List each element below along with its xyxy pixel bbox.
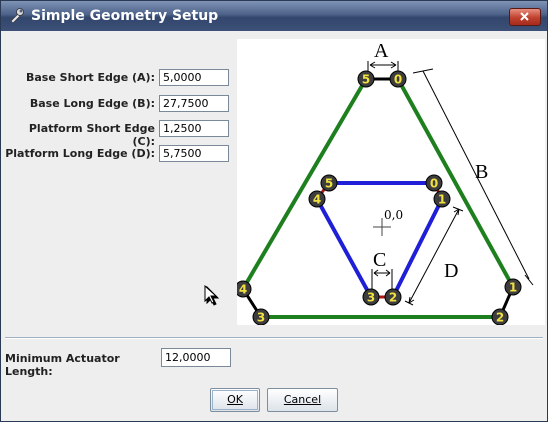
platform-joint-5: 5 <box>320 174 338 192</box>
base-joint-1-label: 1 <box>509 281 517 295</box>
min-actuator-label: Minimum Actuator Length: <box>5 352 120 378</box>
dimension-c <box>371 269 393 291</box>
ok-button[interactable]: OK <box>210 388 260 412</box>
platform-long-edge-input[interactable] <box>159 145 229 162</box>
base-joint-3-label: 3 <box>257 311 265 325</box>
base-joint-5: 5 <box>357 70 375 88</box>
base-short-edge-input[interactable] <box>159 69 229 86</box>
base-long-edge-label: Base Long Edge (B): <box>29 97 155 110</box>
separator <box>5 337 543 339</box>
base-joint-5-label: 5 <box>362 73 370 87</box>
app-icon <box>10 8 24 23</box>
edge-label-c: C <box>373 249 386 271</box>
platform-joint-5-label: 5 <box>325 177 333 191</box>
platform-joint-3-label: 3 <box>367 291 375 305</box>
base-joint-3: 3 <box>252 308 270 326</box>
base-joint-1: 1 <box>504 278 522 296</box>
title-bar[interactable]: Simple Geometry Setup <box>1 1 547 31</box>
base-joint-4: 4 <box>234 280 252 298</box>
platform-short-edge-label: Platform Short Edge (C): <box>28 122 155 148</box>
base-joint-4-label: 4 <box>239 283 247 297</box>
platform-joint-3: 3 <box>362 288 380 306</box>
base-joint-2-label: 2 <box>496 311 504 325</box>
edge-label-a: A <box>374 40 389 62</box>
edge-label-d: D <box>444 260 458 282</box>
edge-label-b: B <box>475 161 488 183</box>
platform-joint-2-label: 2 <box>389 291 397 305</box>
base-joint-2: 2 <box>491 308 509 326</box>
platform-long-edge-label: Platform Long Edge (D): <box>5 147 155 160</box>
platform-joint-1-label: 1 <box>438 193 446 207</box>
window-title: Simple Geometry Setup <box>31 8 219 24</box>
close-icon <box>520 12 529 21</box>
geometry-diagram-svg: 0,0 A B C D 0 1 2 3 4 5 0 1 2 3 4 5 <box>234 40 534 326</box>
platform-joint-4: 4 <box>308 190 326 208</box>
base-long-edge-input[interactable] <box>159 95 229 112</box>
platform-outline <box>315 181 444 299</box>
platform-short-edge-input[interactable] <box>159 120 229 137</box>
base-short-edge-label: Base Short Edge (A): <box>26 71 155 84</box>
geometry-diagram: 0,0 A B C D 0 1 2 3 4 5 0 1 2 3 4 5 <box>234 39 545 326</box>
mouse-cursor-icon <box>204 285 220 306</box>
base-joint-0: 0 <box>389 70 407 88</box>
platform-joint-0: 0 <box>425 174 443 192</box>
base-joint-0-label: 0 <box>394 73 402 87</box>
min-actuator-input[interactable] <box>161 348 231 367</box>
platform-joint-4-label: 4 <box>313 193 321 207</box>
platform-joint-1: 1 <box>433 190 451 208</box>
platform-joint-2: 2 <box>384 288 402 306</box>
base-outline <box>241 77 515 319</box>
dialog-window: Simple Geometry Setup Base Short Edge (A… <box>0 0 548 422</box>
platform-joint-0-label: 0 <box>430 177 438 191</box>
cancel-button[interactable]: Cancel <box>267 388 338 412</box>
origin-label: 0,0 <box>384 208 403 222</box>
close-button[interactable] <box>509 8 541 26</box>
